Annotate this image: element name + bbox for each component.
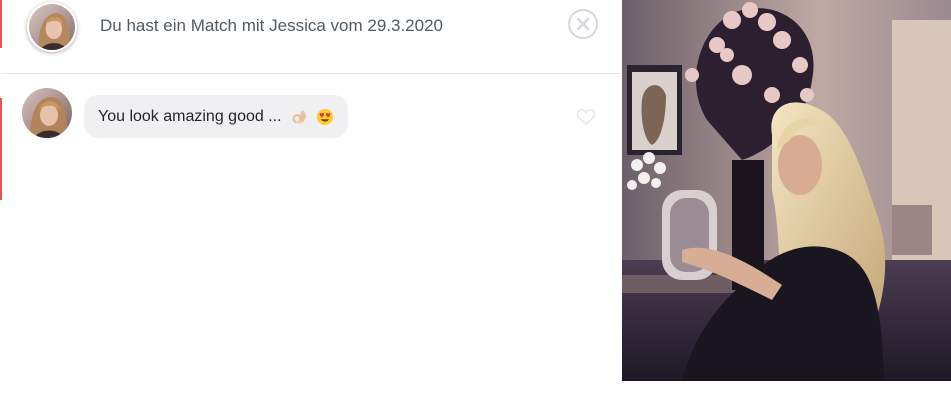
heart-eyes-emoji <box>316 108 334 126</box>
avatar-image <box>22 88 72 138</box>
chat-header: Du hast ein Match mit Jessica vom 29.3.2… <box>2 0 621 74</box>
avatar[interactable] <box>27 2 77 52</box>
profile-photo-image <box>622 0 951 381</box>
photo-footer <box>622 381 951 397</box>
app-window: Du hast ein Match mit Jessica vom 29.3.2… <box>0 0 951 397</box>
profile-photo[interactable] <box>622 0 951 381</box>
close-icon[interactable] <box>570 11 596 37</box>
avatar[interactable] <box>22 88 72 138</box>
chat-pane: Du hast ein Match mit Jessica vom 29.3.2… <box>2 0 621 397</box>
avatar-image <box>29 4 75 50</box>
match-info-text: Du hast ein Match mit Jessica vom 29.3.2… <box>100 16 443 35</box>
close-button[interactable] <box>568 9 598 39</box>
message-text: You look amazing good ... <box>98 107 282 125</box>
ok-hand-emoji <box>290 108 308 126</box>
heart-outline-icon[interactable] <box>576 108 596 126</box>
message-bubble: You look amazing good ... <box>84 95 348 138</box>
